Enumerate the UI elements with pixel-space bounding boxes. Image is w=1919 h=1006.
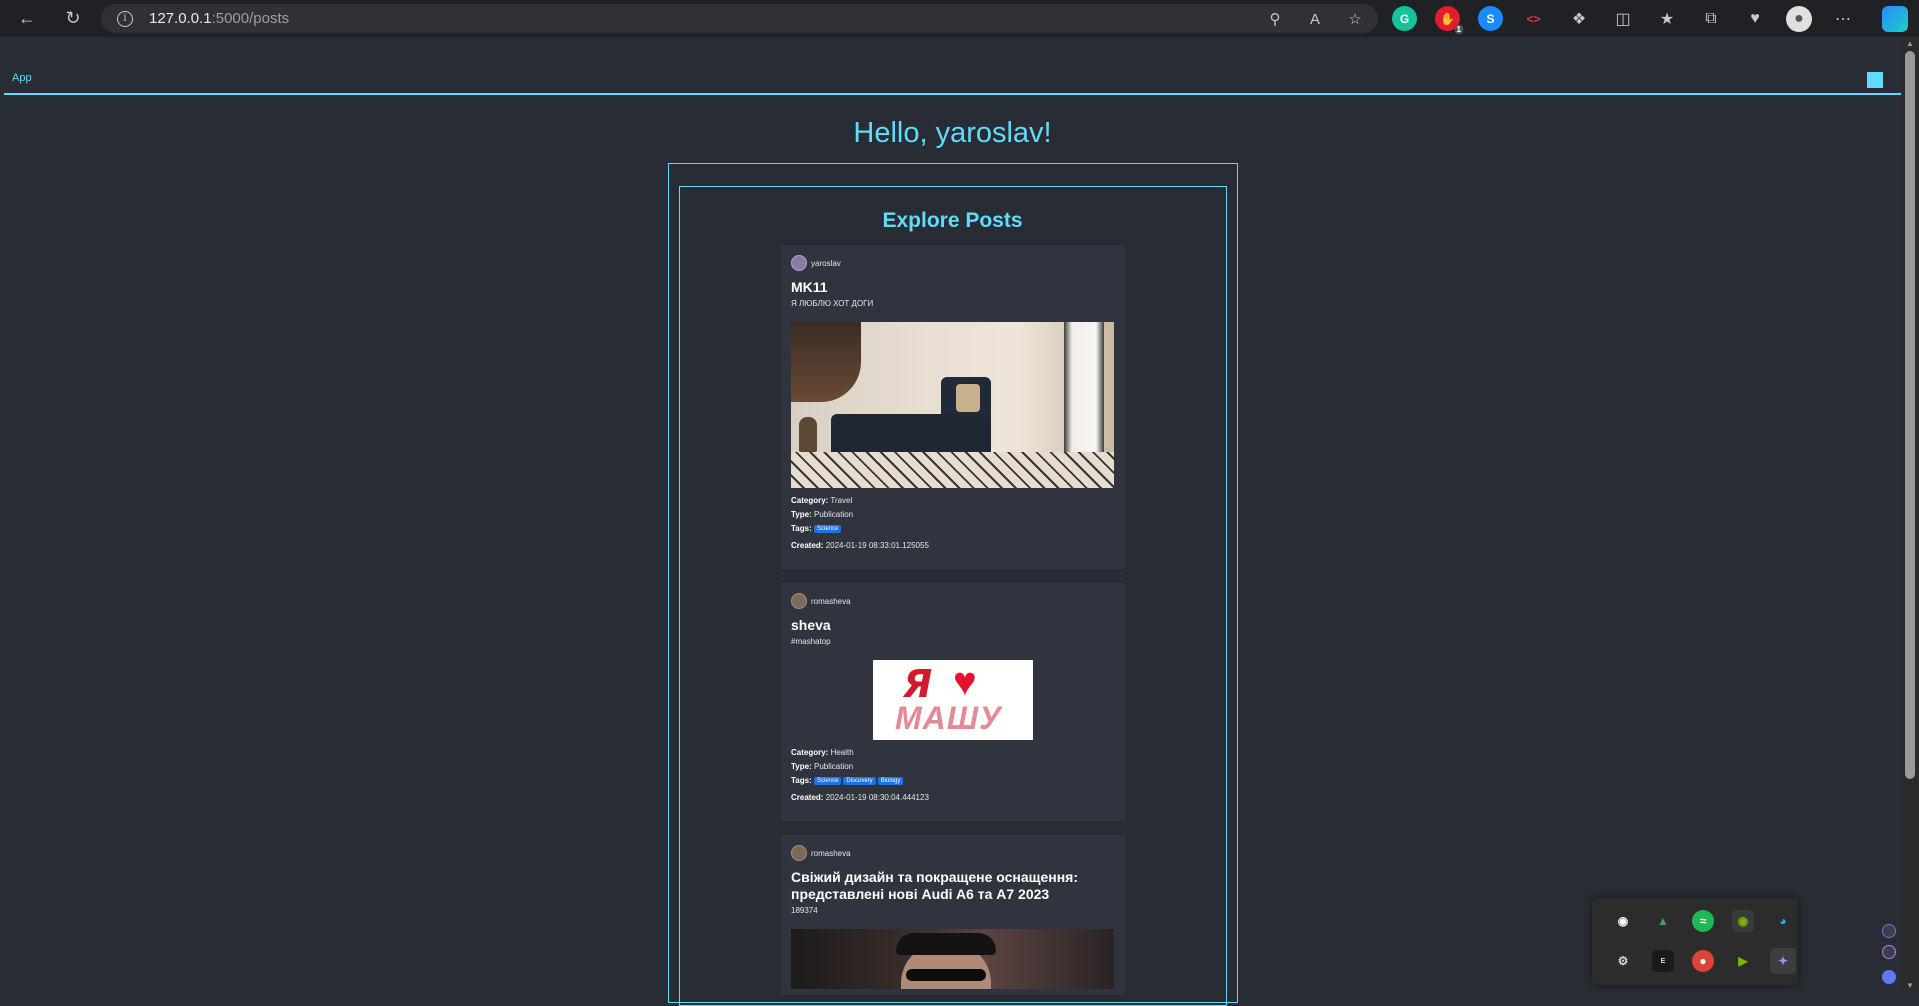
address-bar[interactable]: i 127.0.0.1:5000/posts ⚲ A ☆ bbox=[101, 4, 1378, 33]
post-category: Category: Health bbox=[791, 748, 1115, 757]
zoom-icon[interactable]: ⚲ bbox=[1264, 8, 1286, 30]
type-value: Publication bbox=[813, 510, 854, 519]
favorite-star-icon[interactable]: ☆ bbox=[1344, 8, 1366, 30]
sidebar-tools-icon[interactable] bbox=[1882, 945, 1896, 959]
post-image bbox=[791, 929, 1114, 989]
system-tray-overflow: ◉ ▲ ≈ ◉ ◕ ⚙ E ● ▶ ✦ bbox=[1592, 898, 1798, 985]
edge-icon[interactable]: ◕ bbox=[1772, 910, 1794, 932]
refresh-icon[interactable]: ↻ bbox=[58, 4, 88, 34]
page-viewport: App Hello, yaroslav! Explore Posts yaros… bbox=[4, 37, 1901, 1006]
adblock-extension-icon[interactable]: ✋ 1 bbox=[1435, 6, 1463, 34]
post-card: romasheva sheva #mashatop Я ♥ МАШУ Categ… bbox=[781, 583, 1125, 821]
steam-icon[interactable]: ⚙ bbox=[1612, 950, 1634, 972]
navbar-toggle-button[interactable] bbox=[1867, 72, 1883, 88]
post-username[interactable]: romasheva bbox=[811, 849, 851, 858]
post-author[interactable]: romasheva bbox=[791, 845, 1115, 861]
extension-badge: 1 bbox=[1454, 25, 1463, 34]
chrome-icon[interactable]: ● bbox=[1692, 950, 1714, 972]
read-aloud-icon[interactable]: A bbox=[1304, 8, 1326, 30]
tag-badge[interactable]: Biology bbox=[877, 776, 904, 785]
post-text: #mashatop bbox=[791, 637, 831, 646]
tag-badge[interactable]: Discovery bbox=[843, 776, 876, 785]
created-label: Created: bbox=[791, 793, 824, 802]
feather-icon[interactable]: ✦ bbox=[1770, 948, 1796, 974]
collections-icon[interactable]: ⧉ bbox=[1698, 6, 1724, 32]
post-author[interactable]: yaroslav bbox=[791, 255, 1115, 271]
spotify-icon[interactable]: ≈ bbox=[1692, 910, 1714, 932]
code-extension-icon[interactable]: <> bbox=[1521, 6, 1546, 31]
post-username[interactable]: yaroslav bbox=[811, 259, 841, 268]
post-image: Я ♥ МАШУ bbox=[873, 660, 1033, 740]
post-created: Created: 2024-01-19 08:30:04.444123 bbox=[791, 793, 1115, 802]
browser-toolbar: ← ↻ i 127.0.0.1:5000/posts ⚲ A ☆ G ✋ 1 S … bbox=[0, 0, 1919, 37]
nvidia-icon[interactable]: ◉ bbox=[1732, 910, 1754, 932]
greeting-heading: Hello, yaroslav! bbox=[853, 117, 1052, 149]
app-navbar: App bbox=[4, 37, 1901, 95]
grammarly-extension-icon[interactable]: G bbox=[1392, 6, 1417, 31]
tags-label: Tags: bbox=[791, 776, 812, 785]
tags-label: Tags: bbox=[791, 524, 812, 533]
google-drive-icon[interactable]: ▲ bbox=[1652, 910, 1674, 932]
category-label: Category: bbox=[791, 496, 829, 505]
discord-icon[interactable]: ◉ bbox=[1612, 910, 1634, 932]
post-text: Я ЛЮБЛЮ ХОТ ДОГИ bbox=[791, 299, 874, 308]
post-created: Created: 2024-01-19 08:33:01.125055 bbox=[791, 541, 1115, 550]
created-value: 2024-01-19 08:30:04.444123 bbox=[825, 793, 929, 802]
sidebar-discover-icon[interactable] bbox=[1882, 924, 1896, 938]
url-host: 127.0.0.1 bbox=[149, 10, 212, 27]
post-card: romasheva Свіжий дизайн та покращене осн… bbox=[781, 835, 1125, 995]
url-path: :5000/posts bbox=[211, 10, 290, 27]
extensions-puzzle-icon[interactable]: ❖ bbox=[1566, 6, 1592, 32]
post-tags: Tags: Science Discovery Biology bbox=[791, 776, 1115, 785]
post-title: sheva bbox=[791, 617, 831, 633]
browser-essentials-icon[interactable]: ♥ bbox=[1742, 6, 1768, 32]
explore-posts-title: Explore Posts bbox=[882, 209, 1023, 232]
post-title: Свіжий дизайн та покращене оснащення: пр… bbox=[791, 869, 1078, 902]
type-value: Publication bbox=[813, 762, 854, 771]
category-value: Health bbox=[830, 748, 854, 757]
page-scrollbar[interactable]: ▲ ▼ bbox=[1901, 37, 1919, 995]
tag-badge[interactable]: Science bbox=[813, 524, 842, 533]
avatar bbox=[791, 255, 807, 271]
more-menu-icon[interactable]: ⋯ bbox=[1830, 6, 1856, 32]
post-tags: Tags: Science bbox=[791, 524, 1115, 533]
scroll-down-arrow-icon[interactable]: ▼ bbox=[1905, 981, 1915, 990]
favorites-list-icon[interactable]: ★ bbox=[1654, 6, 1680, 32]
scroll-thumb[interactable] bbox=[1905, 51, 1915, 779]
avatar bbox=[791, 593, 807, 609]
post-author[interactable]: romasheva bbox=[791, 593, 1115, 609]
app-brand-link[interactable]: App bbox=[12, 72, 32, 84]
scroll-up-arrow-icon[interactable]: ▲ bbox=[1905, 39, 1915, 48]
post-type: Type: Publication bbox=[791, 510, 1115, 519]
tag-badge[interactable]: Science bbox=[813, 776, 842, 785]
avatar bbox=[791, 845, 807, 861]
epic-games-icon[interactable]: E bbox=[1652, 950, 1674, 972]
post-image-text: МАШУ bbox=[895, 700, 1002, 736]
back-icon[interactable]: ← bbox=[12, 4, 42, 34]
created-value: 2024-01-19 08:33:01.125055 bbox=[825, 541, 929, 550]
post-type: Type: Publication bbox=[791, 762, 1115, 771]
post-username[interactable]: romasheva bbox=[811, 597, 851, 606]
type-label: Type: bbox=[791, 510, 812, 519]
category-label: Category: bbox=[791, 748, 829, 757]
post-card: yaroslav MK11 Я ЛЮБЛЮ ХОТ ДОГИ Category:… bbox=[781, 245, 1125, 569]
shazam-extension-icon[interactable]: S bbox=[1478, 6, 1503, 31]
profile-avatar-icon[interactable]: ● bbox=[1786, 6, 1812, 32]
sidebar-games-icon[interactable] bbox=[1882, 970, 1896, 984]
created-label: Created: bbox=[791, 541, 824, 550]
post-image bbox=[791, 322, 1114, 488]
post-category: Category: Travel bbox=[791, 496, 1115, 505]
heart-icon: ♥ bbox=[953, 660, 977, 704]
post-text: 189374 bbox=[791, 906, 818, 915]
category-value: Travel bbox=[830, 496, 853, 505]
copilot-icon[interactable] bbox=[1882, 6, 1908, 32]
post-title: MK11 bbox=[791, 279, 828, 295]
site-info-icon[interactable]: i bbox=[117, 10, 133, 27]
type-label: Type: bbox=[791, 762, 812, 771]
split-screen-icon[interactable]: ◫ bbox=[1610, 6, 1636, 32]
nvidia-share-icon[interactable]: ▶ bbox=[1732, 950, 1754, 972]
